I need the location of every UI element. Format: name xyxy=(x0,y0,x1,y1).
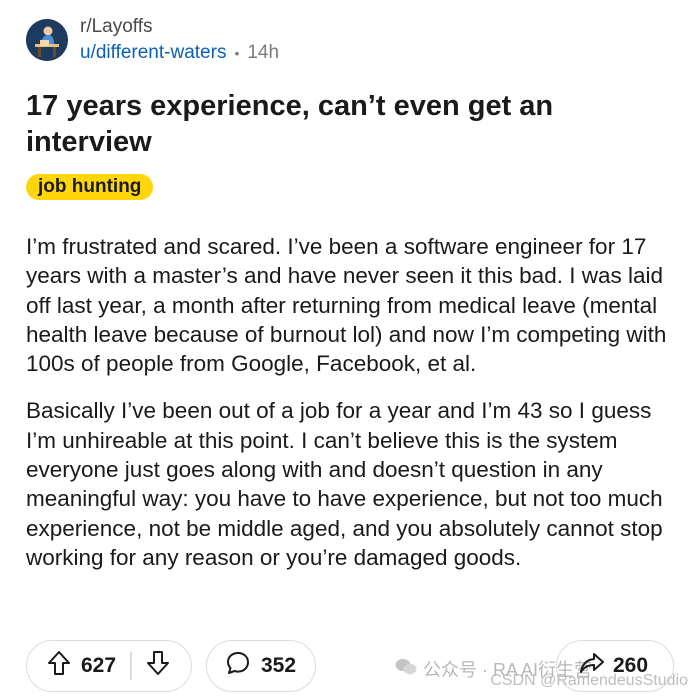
vote-divider xyxy=(130,652,132,680)
comment-icon xyxy=(225,650,251,682)
author-line: u/different-waters • 14h xyxy=(80,42,279,65)
body-paragraph: Basically I’ve been out of a job for a y… xyxy=(26,398,663,570)
downvote-icon[interactable] xyxy=(146,650,170,682)
vote-control: 627 xyxy=(26,640,192,692)
flair-badge[interactable]: job hunting xyxy=(26,174,154,200)
wechat-icon xyxy=(395,658,417,681)
csdn-watermark: CSDN @RamendeusStudio xyxy=(490,672,688,689)
avatar-illustration xyxy=(26,19,68,62)
username-link[interactable]: u/different-waters xyxy=(80,42,226,65)
post-title[interactable]: 17 years experience, can’t even get an i… xyxy=(26,88,666,160)
avatar[interactable] xyxy=(26,19,68,62)
comments-button[interactable]: 352 xyxy=(206,640,316,692)
upvote-count: 627 xyxy=(81,654,117,677)
comment-count: 352 xyxy=(261,654,297,677)
post-body: I’m frustrated and scared. I’ve been a s… xyxy=(26,232,676,572)
post-header: r/Layoffs u/different-waters • 14h xyxy=(26,16,279,65)
body-paragraph: I’m frustrated and scared. I’ve been a s… xyxy=(26,234,667,377)
subreddit-link[interactable]: r/Layoffs xyxy=(80,16,279,39)
post-meta: r/Layoffs u/different-waters • 14h xyxy=(80,16,279,65)
separator-dot: • xyxy=(234,44,240,61)
post-timestamp: 14h xyxy=(247,41,280,63)
upvote-icon[interactable] xyxy=(47,650,71,682)
action-bar: 627 352 xyxy=(26,640,316,692)
